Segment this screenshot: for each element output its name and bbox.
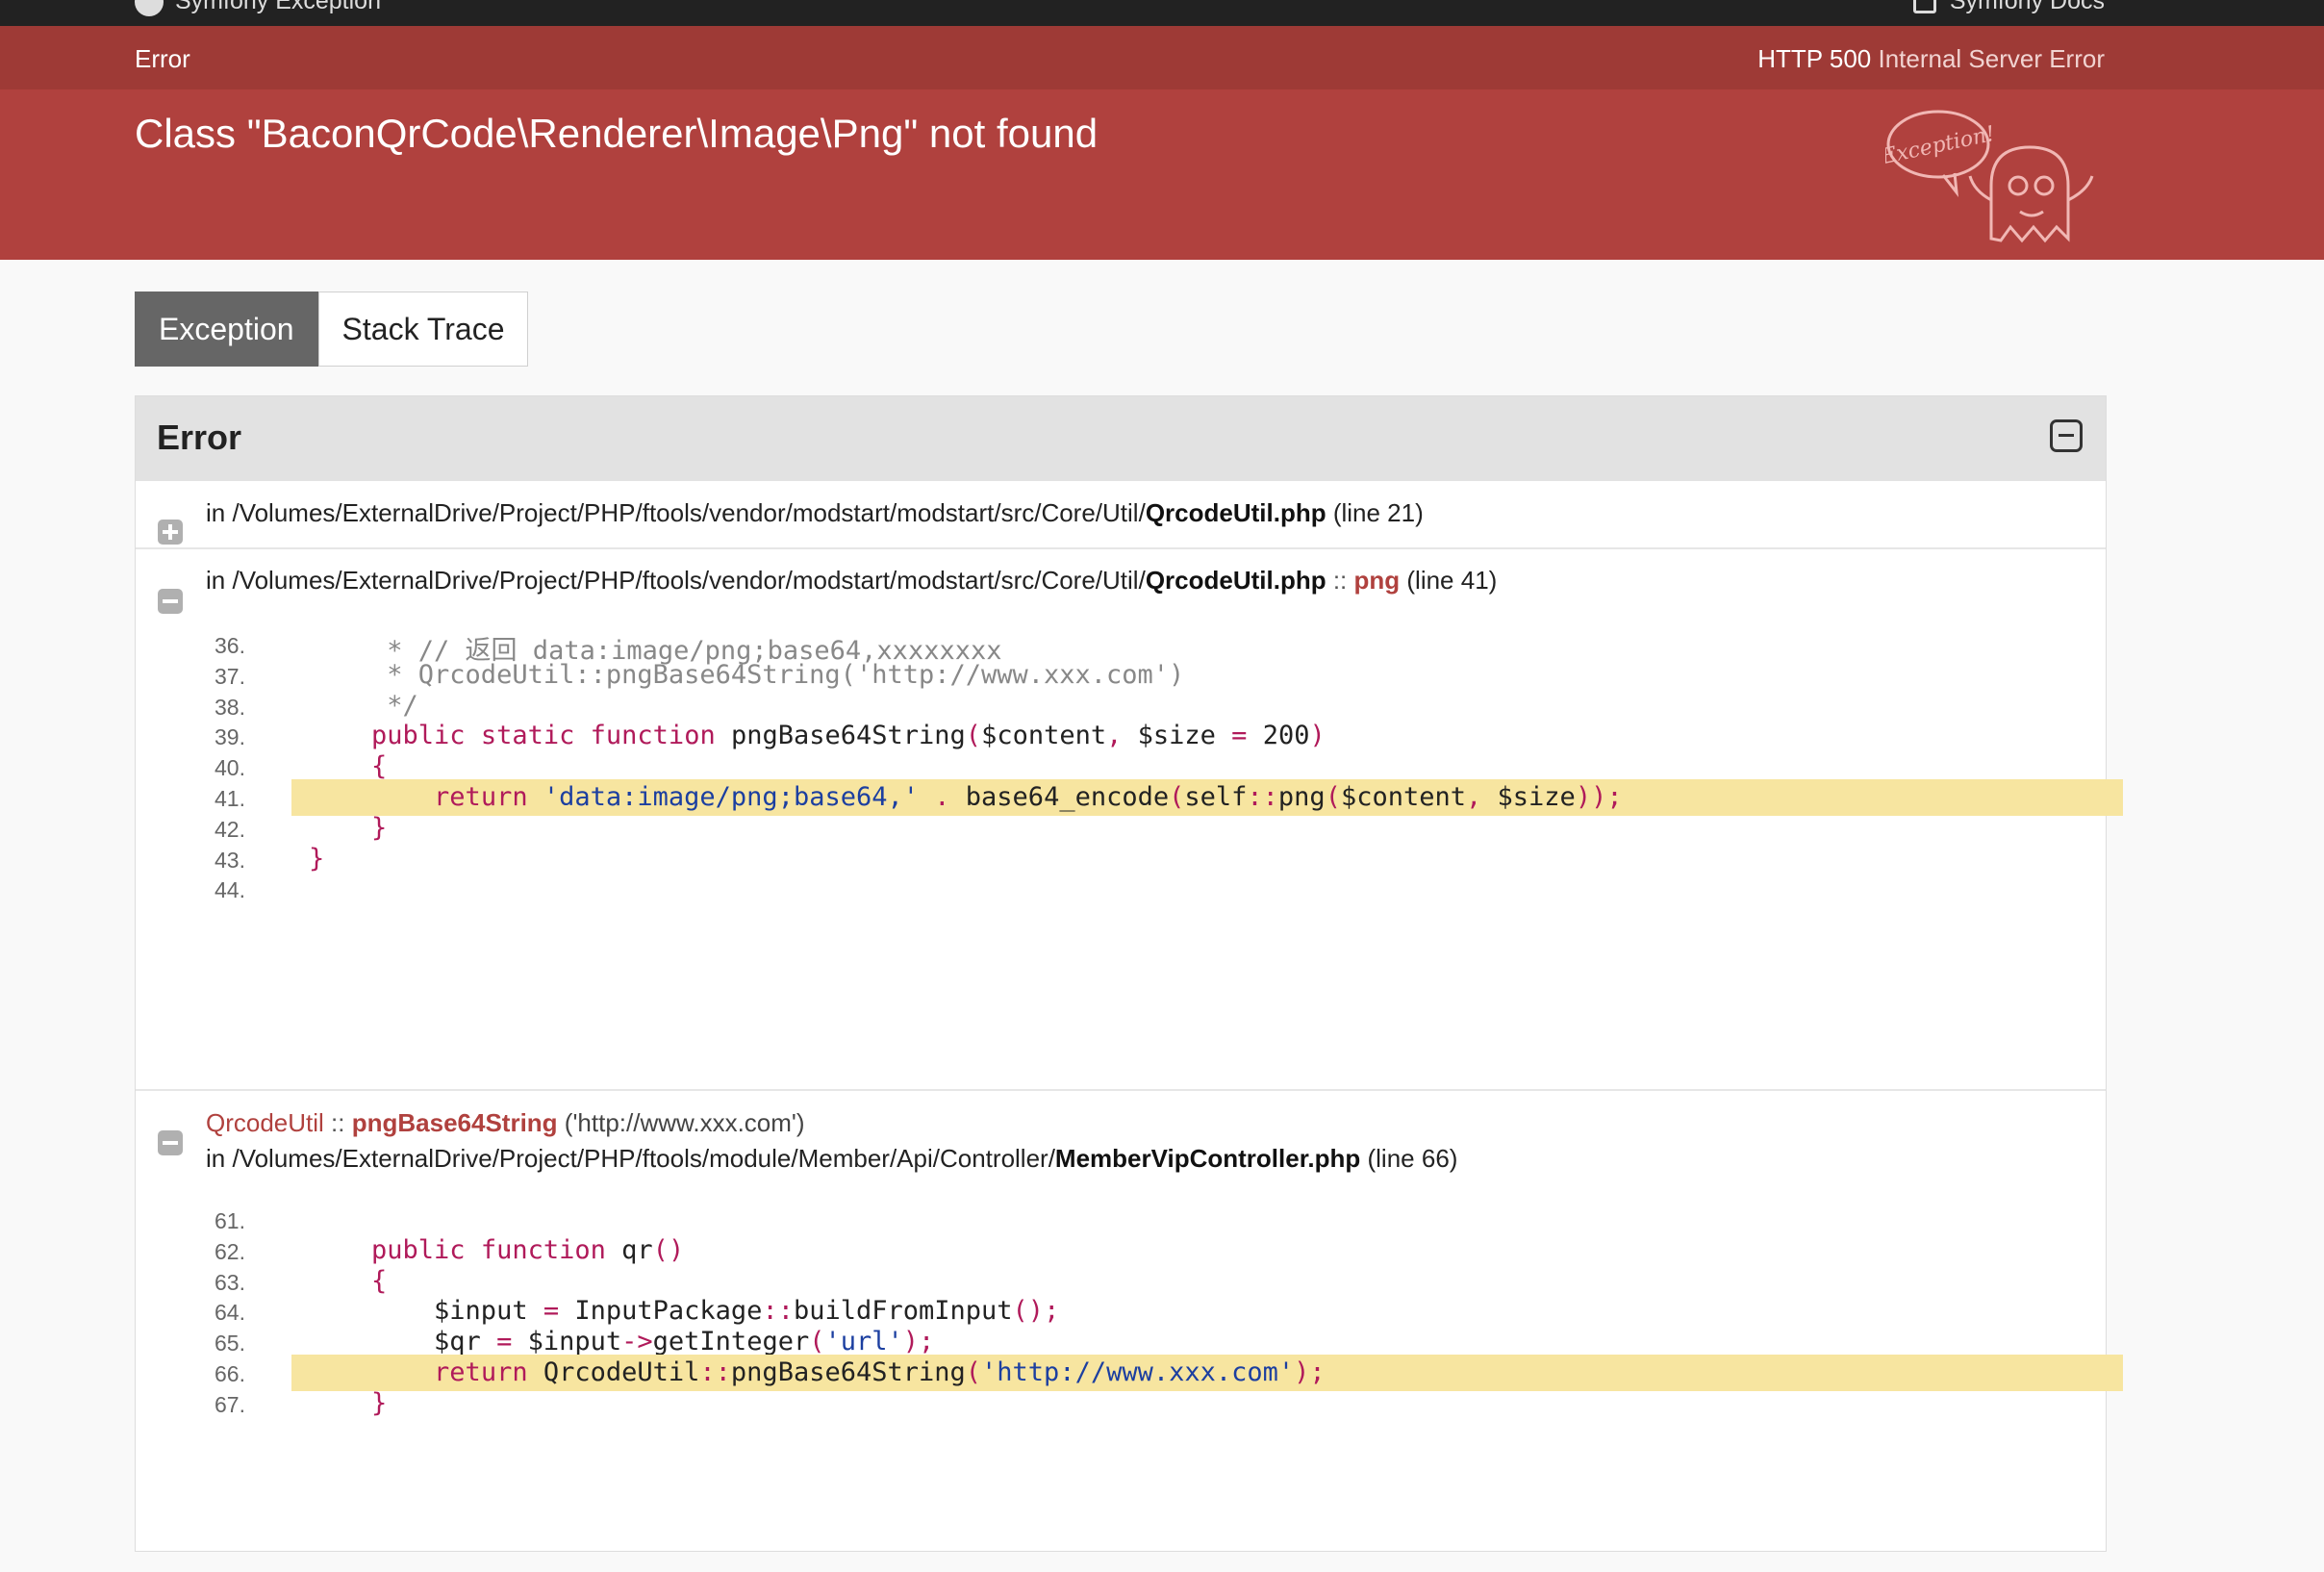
trace-file: QrcodeUtil.php <box>1145 566 1326 595</box>
line-number: 38. <box>215 694 245 720</box>
exception-panel: Error in /Volumes/ExternalDrive/Project/… <box>135 395 2123 1552</box>
trace-line-number: (line 41) <box>1406 566 1498 595</box>
line-number: 42. <box>215 816 245 842</box>
code-line: 65. $qr = $input->getInteger('url'); <box>174 1324 2069 1358</box>
line-number: 66. <box>215 1361 245 1386</box>
tab-bar: Exception Stack Trace <box>135 292 529 367</box>
error-type-label: Error <box>135 44 190 73</box>
panel-header[interactable]: Error <box>136 396 2106 481</box>
line-number: 39. <box>215 724 245 750</box>
code-line: 38. */ <box>174 688 2069 723</box>
code-line: 42. } <box>174 810 2069 845</box>
status-text: Internal Server Error <box>1878 44 2105 73</box>
expand-icon[interactable] <box>158 520 183 545</box>
trace-separator: :: <box>1326 566 1354 595</box>
collapse-trace-icon[interactable] <box>158 1130 183 1155</box>
line-source: $qr = $input->getInteger('url'); <box>309 1327 935 1357</box>
code-line: 66. return QrcodeUtil::pngBase64String('… <box>174 1355 2123 1391</box>
trace-prefix: in <box>206 1144 233 1173</box>
trace-path: /Volumes/ExternalDrive/Project/PHP/ftool… <box>232 566 1146 595</box>
trace-path: /Volumes/ExternalDrive/Project/PHP/ftool… <box>232 1144 1055 1173</box>
collapse-icon[interactable] <box>2050 419 2083 452</box>
docs-label: Symfony Docs <box>1949 0 2105 14</box>
trace-function: png <box>1353 566 1401 595</box>
trace-file: QrcodeUtil.php <box>1145 498 1326 527</box>
trace-function: pngBase64String <box>351 1108 558 1137</box>
code-line: 39. public static function pngBase64Stri… <box>174 718 2069 752</box>
code-line: 62. public function qr() <box>174 1232 2069 1267</box>
line-number: 61. <box>215 1208 245 1233</box>
trace-row: in /Volumes/ExternalDrive/Project/PHP/ft… <box>136 549 2123 1091</box>
exception-message: Class "BaconQrCode\Renderer\Image\Png" n… <box>135 111 1099 156</box>
line-source: public function qr() <box>371 1234 685 1265</box>
line-number: 64. <box>215 1300 245 1326</box>
line-source: { <box>371 751 388 782</box>
code-line: 37. * QrcodeUtil::pngBase64String('http:… <box>174 657 2069 692</box>
symfony-brand-link[interactable]: Symfony Exception <box>135 0 381 17</box>
trace-separator: :: <box>323 1108 352 1137</box>
trace-call: QrcodeUtil :: pngBase64String ('http://w… <box>206 1108 805 1138</box>
line-number: 36. <box>215 633 245 658</box>
line-source: { <box>371 1265 388 1296</box>
trace-path: /Volumes/ExternalDrive/Project/PHP/ftool… <box>232 498 1146 527</box>
line-number: 65. <box>215 1331 245 1356</box>
top-navbar: Symfony Exception Symfony Docs <box>0 0 2324 26</box>
code-line: 36. * // 返回 data:image/png;base64,xxxxxx… <box>174 626 2069 666</box>
line-source: * QrcodeUtil::pngBase64String('http://ww… <box>309 659 1185 690</box>
line-source: } <box>371 1387 388 1418</box>
line-number: 63. <box>215 1269 245 1295</box>
trace-row: in /Volumes/ExternalDrive/Project/PHP/ft… <box>136 481 2106 549</box>
tab-exception[interactable]: Exception <box>135 292 318 367</box>
code-line: 64. $input = InputPackage::buildFromInpu… <box>174 1293 2069 1328</box>
line-number: 43. <box>215 847 245 873</box>
line-number: 37. <box>215 663 245 689</box>
code-line: 67. } <box>174 1385 2069 1420</box>
panel-title: Error <box>157 418 242 457</box>
trace-prefix: in <box>206 498 233 527</box>
line-source: $input = InputPackage::buildFromInput(); <box>309 1296 1060 1327</box>
status-bar: Error HTTP 500 Internal Server Error <box>0 26 2324 89</box>
code-line: 61. <box>174 1202 2069 1236</box>
exception-header: Class "BaconQrCode\Renderer\Image\Png" n… <box>0 89 2324 260</box>
line-number: 67. <box>215 1391 245 1417</box>
trace-location: in /Volumes/ExternalDrive/Project/PHP/ft… <box>206 1144 1457 1174</box>
line-number: 62. <box>215 1238 245 1264</box>
line-number: 40. <box>215 755 245 781</box>
symfony-logo-icon <box>135 0 164 17</box>
http-status: HTTP 500 Internal Server Error <box>1757 44 2105 74</box>
tab-stack-trace[interactable]: Stack Trace <box>317 292 529 367</box>
line-source: */ <box>309 690 418 721</box>
collapse-trace-icon[interactable] <box>158 589 183 614</box>
trace-line-number: (line 66) <box>1367 1144 1458 1173</box>
code-line: 63. { <box>174 1263 2069 1298</box>
trace-location: in /Volumes/ExternalDrive/Project/PHP/ft… <box>206 566 1497 596</box>
code-line: 43.} <box>174 841 2069 875</box>
line-number: 41. <box>215 786 245 811</box>
trace-row: QrcodeUtil :: pngBase64String ('http://w… <box>136 1091 2123 1572</box>
symfony-docs-link[interactable]: Symfony Docs <box>1912 0 2105 15</box>
trace-prefix: in <box>206 566 233 595</box>
line-source: public static function pngBase64String($… <box>371 721 1326 751</box>
trace-class: QrcodeUtil <box>206 1108 324 1137</box>
status-code: HTTP 500 <box>1757 44 1872 73</box>
trace-line-number: (line 21) <box>1332 498 1424 527</box>
line-source: return QrcodeUtil::pngBase64String('http… <box>434 1357 1326 1387</box>
line-source: } <box>371 812 388 843</box>
code-line: 44. <box>174 871 2069 905</box>
exception-ghost-icon: Exception! <box>1885 110 2094 243</box>
trace-args: ('http://www.xxx.com') <box>557 1108 805 1137</box>
line-source: return 'data:image/png;base64,' . base64… <box>434 782 1623 812</box>
line-source: } <box>309 843 325 874</box>
trace-location: in /Volumes/ExternalDrive/Project/PHP/ft… <box>206 498 1424 528</box>
code-line: 41. return 'data:image/png;base64,' . ba… <box>174 779 2123 816</box>
trace-file: MemberVipController.php <box>1054 1144 1361 1173</box>
line-number: 44. <box>215 877 245 903</box>
book-icon <box>1912 0 1936 14</box>
brand-label: Symfony Exception <box>175 0 381 14</box>
code-line: 40. { <box>174 748 2069 783</box>
